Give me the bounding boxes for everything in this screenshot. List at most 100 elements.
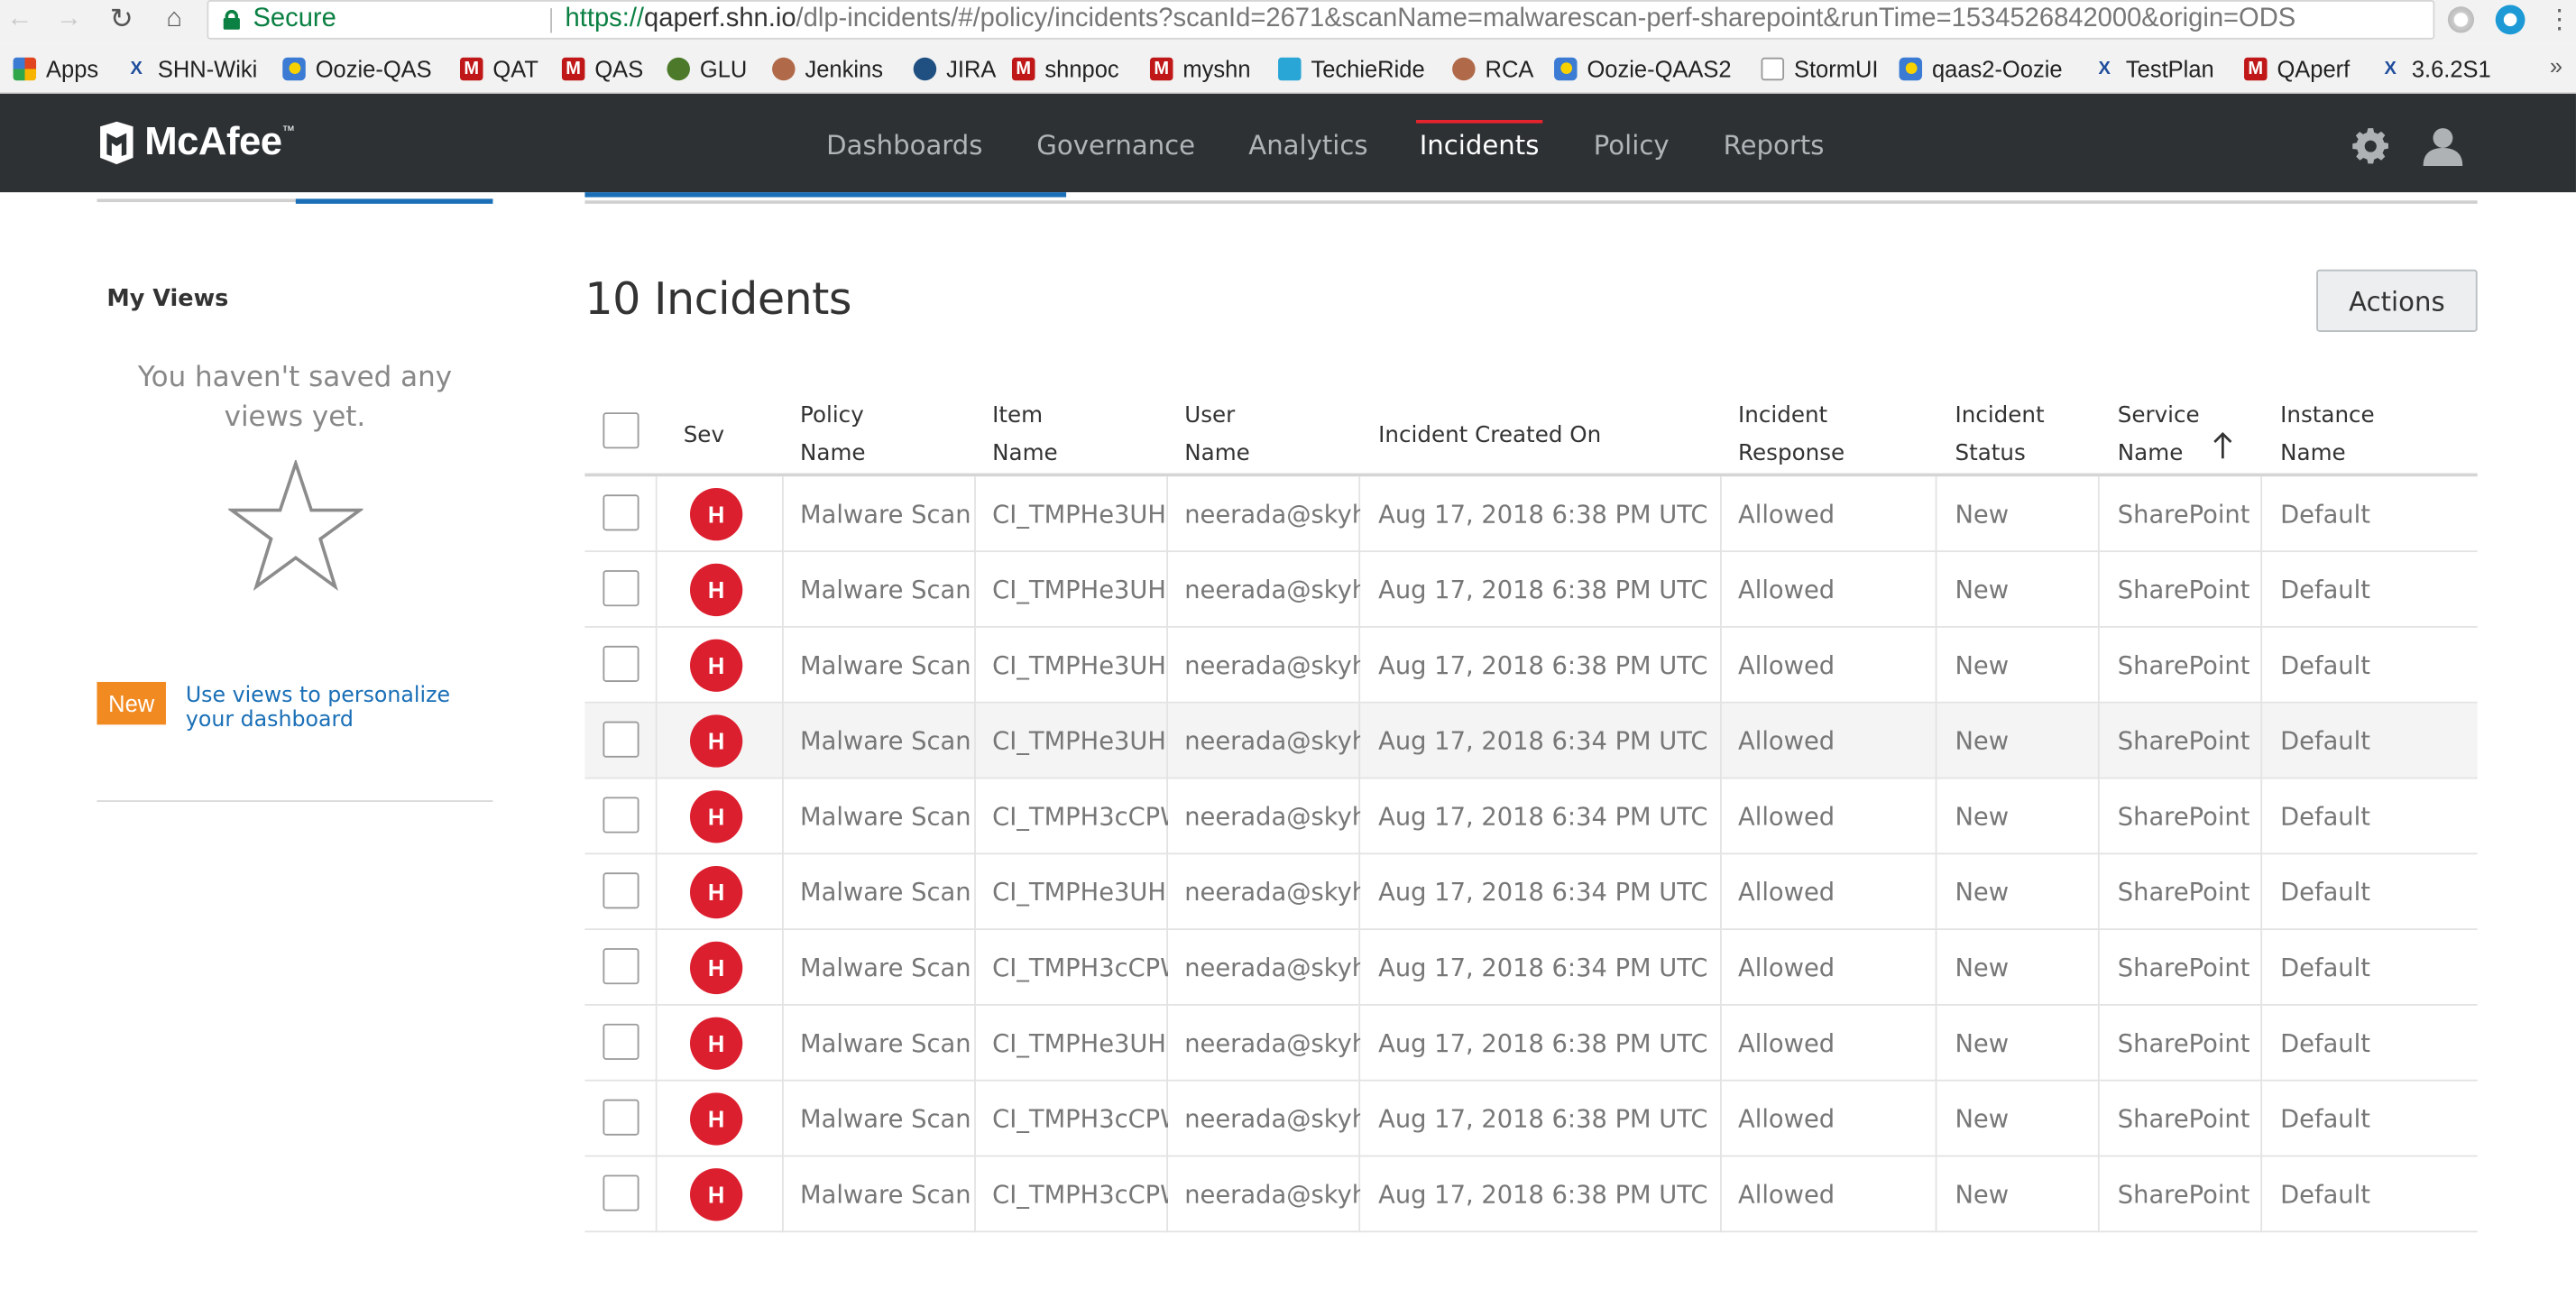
bookmark-item[interactable]: GLU: [667, 52, 747, 85]
bookmark-item[interactable]: X 3.6.2S1: [2378, 52, 2490, 85]
bookmark-item[interactable]: M QAS: [561, 52, 643, 85]
bookmark-item[interactable]: TechieRide: [1278, 52, 1425, 85]
row-checkbox[interactable]: [603, 645, 639, 682]
table-row[interactable]: H Malware Scan CI_TMPH3cCPW neerada@skyhi Au…: [584, 1081, 2478, 1157]
row-checkbox[interactable]: [603, 872, 639, 909]
oozie-icon: [1554, 57, 1578, 81]
row-checkbox[interactable]: [603, 948, 639, 985]
nav-dashboards[interactable]: Dashboards: [826, 94, 982, 192]
mcafee-logo[interactable]: McAfee ™: [98, 118, 295, 168]
user-profile-icon[interactable]: [2423, 126, 2463, 166]
table-row[interactable]: H Malware Scan CI_TMPHe3UHr neerada@skyhi Au…: [584, 854, 2478, 931]
bookmark-item[interactable]: JIRA: [913, 52, 996, 85]
skyhigh-x-icon: X: [2098, 59, 2111, 79]
row-checkbox[interactable]: [603, 1099, 639, 1136]
table-row[interactable]: H Malware Scan CI_TMPH3cCPW neerada@skyhi Au…: [584, 1156, 2478, 1233]
column-header-line: Item: [992, 402, 1044, 429]
cell-response: Allowed: [1738, 726, 1835, 756]
cell-created: Aug 17, 2018 6:34 PM UTC: [1378, 801, 1708, 832]
bookmark-item[interactable]: StormUI: [1761, 52, 1878, 85]
bookmark-label: GLU: [699, 55, 748, 83]
column-header-incident-created-on[interactable]: Incident Created On: [1378, 418, 1601, 456]
column-header-incident-status[interactable]: Incident Status: [1955, 398, 2044, 474]
bookmark-item[interactable]: Oozie-QAS: [282, 52, 432, 85]
forward-icon[interactable]: →: [52, 4, 85, 36]
row-checkbox[interactable]: [603, 1023, 639, 1060]
bookmark-item[interactable]: Mshnpoc: [1011, 52, 1119, 85]
table-row[interactable]: H Malware Scan CI_TMPHe3UHr neerada@skyhi Au…: [584, 703, 2478, 779]
table-row[interactable]: H Malware Scan CI_TMPHe3UHr neerada@skyhi Au…: [584, 476, 2478, 553]
address-bar[interactable]: Secure https://qaperf.shn.io/dlp-inciden…: [207, 0, 2435, 40]
back-icon[interactable]: ←: [4, 4, 36, 36]
home-icon[interactable]: ⌂: [158, 4, 190, 36]
table-row[interactable]: H Malware Scan CI_TMPHe3UHr neerada@skyhi Au…: [584, 627, 2478, 704]
column-header-line: Incident: [1738, 402, 1828, 429]
cell-status: New: [1955, 953, 2010, 983]
column-divider: [1935, 778, 1937, 855]
column-divider: [655, 930, 658, 1006]
nav-policy[interactable]: Policy: [1594, 94, 1670, 192]
column-header-policy-name[interactable]: Policy Name: [800, 398, 866, 474]
cell-instance: Default: [2280, 1028, 2370, 1059]
column-header-user-name[interactable]: User Name: [1184, 398, 1250, 474]
bookmark-item[interactable]: X SHN-Wiki: [124, 52, 257, 85]
extension-icon[interactable]: [2447, 6, 2475, 33]
bookmark-item[interactable]: Jenkins: [772, 52, 883, 85]
bookmark-item[interactable]: RCA: [1452, 52, 1533, 85]
column-header-instance-name[interactable]: Instance Name: [2280, 398, 2375, 474]
browser-menu-icon[interactable]: ⋮: [2546, 4, 2572, 36]
nav-reports[interactable]: Reports: [1724, 94, 1825, 192]
bookmark-label: 3.6.2S1: [2411, 55, 2491, 83]
bookmark-label: shnpoc: [1044, 55, 1119, 83]
cell-status: New: [1955, 726, 2010, 756]
row-checkbox[interactable]: [603, 494, 639, 531]
row-checkbox[interactable]: [603, 721, 639, 758]
bookmark-item[interactable]: M QAperf: [2244, 52, 2350, 85]
bookmark-label: Apps: [45, 55, 99, 83]
bookmark-item[interactable]: Oozie-QAAS2: [1554, 52, 1732, 85]
severity-badge: H: [689, 941, 743, 995]
url-text[interactable]: https://qaperf.shn.io/dlp-incidents/#/po…: [566, 2, 2296, 38]
bookmark-label: TestPlan: [2125, 55, 2214, 83]
column-header-sev[interactable]: Sev: [684, 418, 724, 456]
bookmark-item[interactable]: qaas2-Oozie: [1899, 52, 2063, 85]
column-header-service-name[interactable]: Service Name: [2118, 398, 2200, 474]
sort-ascending-icon[interactable]: [2212, 430, 2234, 460]
bookmark-item[interactable]: Apps: [13, 52, 99, 85]
table-row[interactable]: H Malware Scan CI_TMPH3cCPW neerada@skyhi Au…: [584, 778, 2478, 855]
reload-icon[interactable]: ↻: [106, 4, 138, 36]
cell-user: neerada@skyhi: [1184, 1104, 1361, 1134]
column-divider: [2260, 854, 2263, 931]
bookmark-item[interactable]: X TestPlan: [2093, 52, 2214, 85]
table-row[interactable]: H Malware Scan CI_TMPHe3UHr neerada@skyhi Au…: [584, 1005, 2478, 1082]
table-row[interactable]: H Malware Scan CI_TMPH3cCPW neerada@skyhi Au…: [584, 930, 2478, 1006]
severity-badge: H: [689, 1168, 743, 1221]
column-divider: [2260, 627, 2263, 704]
cell-user: neerada@skyhi: [1184, 726, 1361, 756]
row-checkbox[interactable]: [603, 1174, 639, 1211]
nav-incidents[interactable]: Incidents: [1416, 94, 1542, 192]
severity-badge: H: [689, 563, 743, 617]
personalize-views-link[interactable]: Use views to personalize your dashboard: [186, 684, 482, 733]
select-all-checkbox[interactable]: [603, 412, 639, 449]
apps-grid-icon: [13, 57, 37, 81]
column-header-item-name[interactable]: Item Name: [992, 398, 1058, 474]
nav-governance[interactable]: Governance: [1036, 94, 1195, 192]
bookmark-item[interactable]: M QAT: [459, 52, 538, 85]
nav-analytics[interactable]: Analytics: [1248, 94, 1367, 192]
row-checkbox[interactable]: [603, 570, 639, 607]
extension-icon[interactable]: [2495, 5, 2525, 35]
actions-button[interactable]: Actions: [2316, 269, 2478, 332]
table-row[interactable]: H Malware Scan CI_TMPHe3UHr neerada@skyhi Au…: [584, 552, 2478, 628]
column-header-line: Name: [2117, 440, 2184, 467]
column-divider: [655, 1156, 658, 1233]
settings-gear-icon[interactable]: [2351, 126, 2390, 166]
cell-policy: Malware Scan: [800, 1179, 971, 1210]
cell-response: Allowed: [1738, 1104, 1835, 1134]
bookmark-item[interactable]: Mmyshn: [1149, 52, 1251, 85]
column-divider: [2097, 476, 2100, 553]
cell-service: SharePoint: [2117, 726, 2250, 756]
bookmarks-overflow-button[interactable]: »: [2550, 52, 2562, 78]
column-header-incident-response[interactable]: Incident Response: [1738, 398, 1845, 474]
row-checkbox[interactable]: [603, 797, 639, 834]
